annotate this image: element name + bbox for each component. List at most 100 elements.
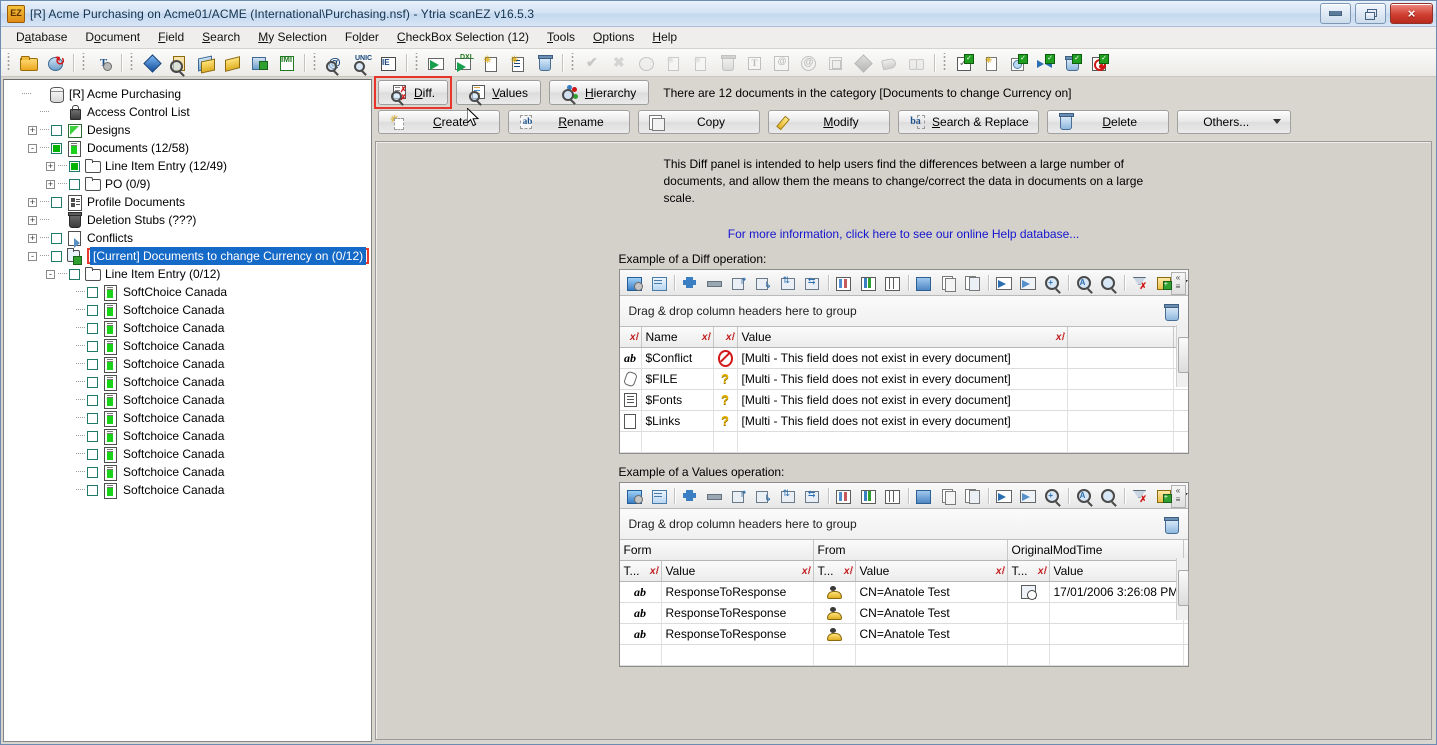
- toolbar-button-diamond-document[interactable]: [139, 51, 164, 75]
- tree-node[interactable]: [R] Acme Purchasing: [10, 85, 371, 103]
- chevron-down-icon[interactable]: [1272, 119, 1281, 124]
- database-tree-panel[interactable]: [R] Acme Purchasing Access Control List + D…: [3, 79, 372, 742]
- tree-node[interactable]: Softchoice Canada: [10, 463, 371, 481]
- table-row[interactable]: ab ResponseToResponse CN=Anatole Test: [619, 603, 1188, 624]
- grid-toolbar-button-select-block[interactable]: [913, 272, 935, 294]
- diff-grid-scrollbar[interactable]: [1175, 325, 1189, 387]
- values-grid-group-header-cell[interactable]: Form: [620, 540, 814, 560]
- tab-hierarchy[interactable]: Hierarchy: [548, 80, 650, 105]
- grid-toolbar-button-expand-row[interactable]: ↱: [728, 485, 750, 507]
- grid-toolbar-button-copy-all[interactable]: [961, 485, 983, 507]
- tab-diff[interactable]: ✗ ✗ Diff.: [378, 80, 449, 105]
- menu-item-document[interactable]: Document: [76, 27, 149, 48]
- table-row[interactable]: ab ResponseToResponse CN=Anatole Test: [619, 624, 1188, 645]
- tree-node[interactable]: - [Current] Documents to change Currency …: [10, 247, 371, 265]
- toolbar-grip-5[interactable]: [570, 53, 576, 72]
- tree-checkbox[interactable]: [87, 358, 98, 370]
- toolbar-button-open-database[interactable]: [16, 51, 41, 75]
- action-button-modify[interactable]: Modify: [768, 109, 890, 134]
- tree-checkbox[interactable]: [87, 304, 98, 316]
- action-button-others[interactable]: Others...: [1176, 109, 1291, 134]
- toolbar-button-item-editor[interactable]: IE: [376, 51, 401, 75]
- toolbar-button-unicode-search[interactable]: UNIC: [349, 51, 374, 75]
- toolbar-grip-3[interactable]: [312, 53, 318, 72]
- menu-item-field[interactable]: Field: [149, 27, 193, 48]
- tree-checkbox[interactable]: [87, 430, 98, 442]
- menu-item-tools[interactable]: Tools: [538, 27, 584, 48]
- action-button-create[interactable]: ✳ Create: [378, 109, 500, 134]
- grid-toolbar-button-grid-settings[interactable]: [624, 272, 646, 294]
- filter-icon[interactable]: x⦚: [630, 332, 638, 343]
- grid-toolbar-button-add-color[interactable]: +: [1153, 272, 1175, 294]
- toolbar-button-export[interactable]: [424, 51, 449, 75]
- toolbar-grip-6[interactable]: [942, 53, 948, 72]
- grid-toolbar-button-zoom-out[interactable]: A: [1073, 272, 1095, 294]
- filter-icon[interactable]: x⦚: [1056, 332, 1064, 343]
- tree-checkbox[interactable]: [87, 340, 98, 352]
- diff-grid-column-header[interactable]: x⦚: [714, 327, 738, 347]
- grid-toolbar-button-expand-row[interactable]: ↱: [728, 272, 750, 294]
- diff-grid-scroll-thumb[interactable]: [1177, 337, 1189, 373]
- grid-toolbar-button-collapse-row[interactable]: ↳: [752, 272, 774, 294]
- table-row[interactable]: $Fonts? [Multi - This field does not exis…: [619, 390, 1188, 411]
- grid-toolbar-button-export-alt[interactable]: [1017, 272, 1039, 294]
- toolbar-button-search-at[interactable]: @: [322, 51, 347, 75]
- tree-node[interactable]: + Line Item Entry (12/49): [10, 157, 371, 175]
- toolbar-button-checkbox-copy-docs[interactable]: ✓: [1006, 51, 1031, 75]
- toolbar-grip-4[interactable]: [414, 53, 420, 72]
- tree-node[interactable]: + Profile Documents: [10, 193, 371, 211]
- grid-toolbar-button-zoom-reset[interactable]: [1097, 272, 1119, 294]
- tree-expander-expand[interactable]: +: [28, 125, 37, 135]
- diff-grid-column-header[interactable]: Value x⦚: [738, 327, 1068, 347]
- toolbar-button-search-document[interactable]: [166, 51, 191, 75]
- tree-node[interactable]: Softchoice Canada: [10, 355, 371, 373]
- tree-node[interactable]: Softchoice Canada: [10, 409, 371, 427]
- action-button-rename[interactable]: ab Rename: [508, 109, 630, 134]
- toolbar-button-new-list[interactable]: ✳: [505, 51, 530, 75]
- filter-icon[interactable]: x⦚: [996, 566, 1004, 577]
- tree-expander-expand[interactable]: +: [46, 179, 55, 189]
- action-button-copy[interactable]: Copy: [638, 109, 760, 134]
- grid-toolbar-button-copy-all[interactable]: [961, 272, 983, 294]
- tree-node[interactable]: Softchoice Canada: [10, 373, 371, 391]
- diff-example-grid[interactable]: «≡ ↱ ↳ ⇅ ⇆ + A ✗ + Drag & drop column headers h…: [618, 269, 1189, 454]
- tree-checkbox[interactable]: [51, 250, 62, 262]
- filter-icon[interactable]: x⦚: [844, 566, 852, 577]
- grid-toolbar-button-grid-display[interactable]: [648, 272, 670, 294]
- action-button-searchreplace[interactable]: ba Search & Replace: [898, 109, 1039, 134]
- toolbar-button-delete[interactable]: [532, 51, 557, 75]
- toolbar-button-checkbox-new-docs[interactable]: ✳: [979, 51, 1004, 75]
- tree-checkbox[interactable]: [87, 448, 98, 460]
- grid-toolbar-button-grid-display[interactable]: [648, 485, 670, 507]
- trash-icon[interactable]: [1163, 303, 1179, 321]
- grid-toolbar-button-add-row[interactable]: [679, 272, 701, 294]
- values-grid-column-header[interactable]: Value x⦚: [662, 561, 814, 581]
- grid-toolbar-button-zoom-out[interactable]: A: [1073, 485, 1095, 507]
- minimize-button[interactable]: [1320, 3, 1351, 24]
- values-grid-scroll-thumb[interactable]: [1177, 570, 1189, 606]
- tree-node[interactable]: + Designs: [10, 121, 371, 139]
- grid-toolbar-button-add-row[interactable]: [679, 485, 701, 507]
- grid-toolbar-button-copy[interactable]: [937, 272, 959, 294]
- grid-toolbar-button-remove-row[interactable]: [704, 485, 726, 507]
- toolbar-button-new-document[interactable]: ✳: [478, 51, 503, 75]
- grid-toolbar-button-expand-all[interactable]: ⇅: [777, 272, 799, 294]
- grid-toolbar-button-select-block[interactable]: [913, 485, 935, 507]
- grid-toolbar-button-grid-settings[interactable]: [624, 485, 646, 507]
- values-grid-column-header[interactable]: T... x⦚: [814, 561, 856, 581]
- action-button-delete[interactable]: Delete: [1046, 109, 1169, 134]
- grid-toolbar-button-filter[interactable]: ✗: [1129, 485, 1151, 507]
- tree-node[interactable]: + Conflicts: [10, 229, 371, 248]
- values-grid-column-header[interactable]: T... x⦚: [1008, 561, 1050, 581]
- menu-item-help[interactable]: Help: [643, 27, 686, 48]
- tree-checkbox[interactable]: [51, 196, 62, 208]
- diff-grid-column-header[interactable]: Name x⦚: [642, 327, 714, 347]
- tree-expander-expand[interactable]: +: [28, 215, 37, 225]
- tree-node[interactable]: + Deletion Stubs (???): [10, 211, 371, 229]
- grid-toolbar-button-zoom-in[interactable]: +: [1042, 272, 1064, 294]
- grid-toolbar-button-export-alt[interactable]: [1017, 485, 1039, 507]
- grid-toolbar-button-columns-2[interactable]: [857, 272, 879, 294]
- tree-checkbox[interactable]: [51, 142, 62, 154]
- tree-expander-expand[interactable]: +: [46, 161, 55, 171]
- tree-node[interactable]: Softchoice Canada: [10, 301, 371, 319]
